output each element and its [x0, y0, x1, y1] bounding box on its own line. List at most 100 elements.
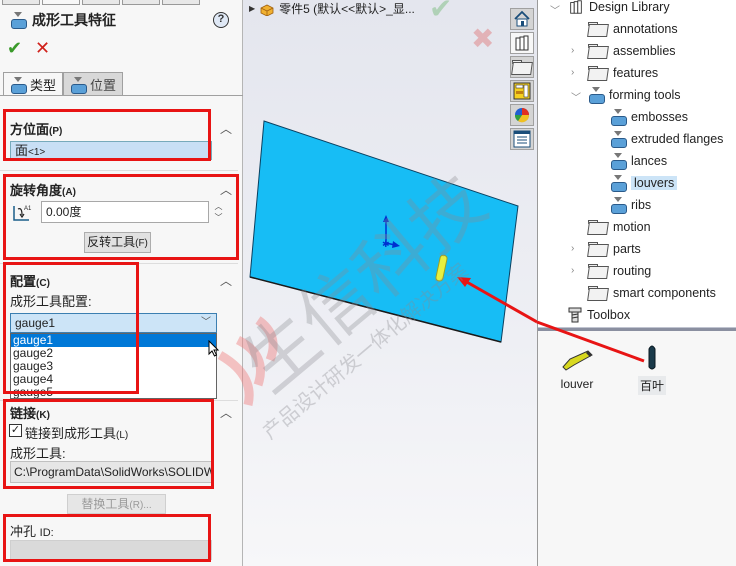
help-icon[interactable]: ?: [213, 12, 229, 28]
design-library-icon[interactable]: [510, 32, 534, 54]
design-library-tree: ﹀ Design Library annotations › assemblies ›…: [538, 0, 736, 325]
tab-position-label: 位置: [90, 78, 117, 93]
tab-position[interactable]: 位置: [63, 72, 124, 96]
tree-item-label: routing: [613, 264, 652, 278]
dropdown-option[interactable]: gauge5: [11, 386, 216, 399]
forming-tool-icon: [610, 175, 627, 192]
tree-item-label: features: [613, 66, 659, 80]
tab-type-label: 类型: [30, 78, 57, 93]
tree-item-label: smart components: [613, 286, 716, 300]
dropdown-value: gauge1: [15, 316, 56, 330]
collapse-icon[interactable]: ︿: [220, 272, 232, 288]
divider: [0, 170, 238, 171]
shortcut-text: (L): [116, 430, 129, 441]
tree-item-louvers[interactable]: louvers: [610, 173, 678, 193]
flip-tool-button[interactable]: 反转工具(F): [84, 232, 151, 253]
shortcut-text: (K): [36, 410, 50, 421]
library-file-view: louver 百叶: [538, 331, 736, 566]
collapse-icon[interactable]: ︿: [220, 404, 232, 420]
manager-tab[interactable]: [2, 0, 40, 5]
svg-text:A1: A1: [24, 206, 32, 212]
appearances-icon[interactable]: [510, 104, 534, 126]
manager-tab[interactable]: [122, 0, 160, 5]
folder-icon: [588, 242, 608, 256]
link-to-tool-checkbox[interactable]: ✓: [9, 424, 22, 437]
chevron-right-icon[interactable]: ›: [571, 265, 574, 276]
orientation-face-title: 方位面(P): [10, 119, 62, 138]
tab-type[interactable]: 类型: [3, 72, 64, 96]
tree-item-motion[interactable]: motion: [588, 217, 651, 237]
section-title-text: 链接: [10, 406, 37, 421]
link-title: 链接(K): [10, 403, 50, 422]
replace-tool-button[interactable]: 替换工具(R)...: [67, 494, 166, 514]
button-label: 替换工具: [81, 497, 130, 511]
link-to-tool-label[interactable]: 链接到成形工具(L): [25, 423, 128, 442]
folder-icon: [588, 264, 608, 278]
tree-item-toolbox[interactable]: Toolbox: [568, 305, 630, 325]
home-icon[interactable]: [510, 8, 534, 30]
tree-item-extruded-flanges[interactable]: extruded flanges: [610, 129, 723, 149]
tree-item-smart-components[interactable]: smart components: [588, 283, 716, 303]
shortcut-text: (F): [135, 238, 148, 249]
file-explorer-icon[interactable]: [510, 56, 534, 78]
view-palette-icon[interactable]: [510, 80, 534, 102]
tree-item-label: Toolbox: [587, 308, 631, 322]
louver-tool-icon: [562, 350, 593, 371]
ok-button[interactable]: ✔: [7, 38, 22, 59]
collapse-icon[interactable]: ︿: [220, 181, 232, 197]
tree-item-routing[interactable]: routing: [588, 261, 651, 281]
library-file-louver[interactable]: louver: [547, 347, 607, 392]
tree-item-label: lances: [631, 154, 668, 168]
tree-item-features[interactable]: features: [588, 63, 658, 83]
section-title-text: 方位面: [10, 122, 50, 137]
forming-tool-path-field[interactable]: C:\ProgramData\SolidWorks\SOLIDWC: [10, 461, 212, 483]
spin-up-icon[interactable]: ︿: [213, 201, 224, 212]
feature-title: 成形工具特征: [10, 10, 116, 30]
tree-item-label: Design Library: [589, 0, 670, 14]
manager-tab-active[interactable]: [42, 0, 80, 5]
face-value-suffix: <1>: [28, 147, 46, 158]
tree-item-assemblies[interactable]: assemblies: [588, 41, 676, 61]
chevron-down-icon[interactable]: ﹀: [550, 2, 560, 17]
tree-item-ribs[interactable]: ribs: [610, 195, 651, 215]
shortcut-text: (P): [49, 126, 63, 137]
graphics-viewport[interactable]: ▶ 零件5 (默认<<默认>_显... ✔ ✖ ✱: [243, 0, 537, 566]
tree-item-embosses[interactable]: embosses: [610, 107, 688, 127]
cancel-button[interactable]: ✕: [35, 38, 50, 59]
file-label: 百叶: [637, 376, 666, 395]
section-title-text: 旋转角度: [10, 183, 63, 198]
manager-tabs: [0, 0, 243, 5]
chevron-down-icon: ﹀: [201, 317, 211, 328]
collapse-icon[interactable]: ︿: [220, 120, 232, 136]
manager-tab[interactable]: [82, 0, 120, 5]
forming-tool-icon: [610, 197, 627, 214]
chevron-down-icon[interactable]: ﹀: [571, 89, 581, 104]
button-label: 反转工具: [87, 235, 136, 249]
spin-down-icon[interactable]: ﹀: [213, 212, 224, 223]
shortcut-text: (A): [62, 187, 76, 198]
chevron-right-icon[interactable]: ›: [571, 45, 574, 56]
tree-item-design-library[interactable]: Design Library: [568, 0, 670, 17]
library-file-baiye[interactable]: 百叶: [622, 343, 682, 395]
configuration-dropdown[interactable]: gauge1 ﹀: [10, 313, 217, 333]
chevron-right-icon[interactable]: ›: [571, 243, 574, 254]
angle-spinner[interactable]: ︿ ﹀: [213, 201, 224, 223]
punch-id-field[interactable]: [10, 540, 212, 560]
tree-item-parts[interactable]: parts: [588, 239, 641, 259]
forming-tool-icon: [10, 12, 27, 29]
tree-item-annotations[interactable]: annotations: [588, 19, 678, 39]
sheet-metal-face[interactable]: [249, 120, 519, 343]
svg-text:✱: ✱: [382, 239, 390, 249]
type-position-tabs: 类型 位置: [3, 72, 124, 96]
orientation-face-field[interactable]: 面<1>: [10, 141, 212, 160]
library-icon: [570, 0, 582, 14]
mouse-cursor-icon: [208, 340, 220, 357]
tree-item-forming-tools[interactable]: forming tools: [588, 85, 681, 105]
custom-properties-icon[interactable]: [510, 128, 534, 150]
chevron-right-icon[interactable]: ›: [571, 67, 574, 78]
punch-label-text: 冲孔: [10, 524, 37, 539]
rotation-angle-input[interactable]: 0.00度: [41, 201, 209, 223]
manager-tab[interactable]: [162, 0, 200, 5]
tree-item-lances[interactable]: lances: [610, 151, 667, 171]
tree-item-label: ribs: [631, 198, 652, 212]
